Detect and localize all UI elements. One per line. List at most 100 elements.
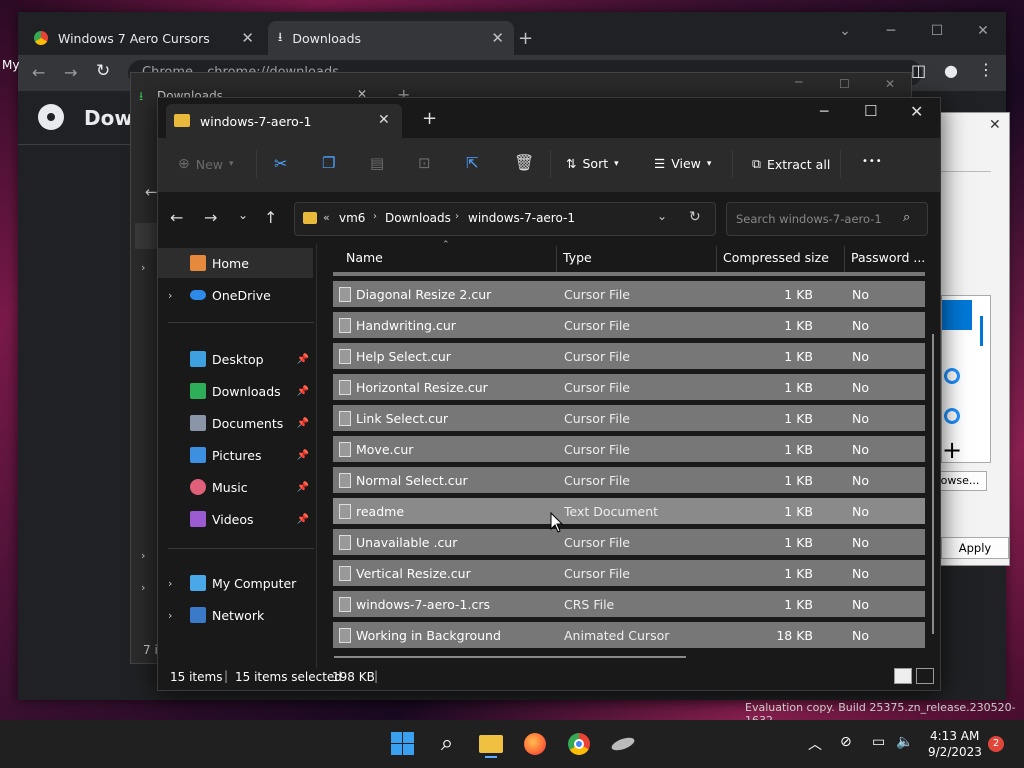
back-icon[interactable]: ← [145,183,158,201]
chrome-icon[interactable] [565,730,593,758]
column-header-name[interactable]: Name [346,250,383,265]
pin-icon[interactable]: 📌 [297,482,309,493]
forward-icon[interactable]: → [64,63,77,82]
horizontal-scrollbar[interactable] [334,656,686,658]
table-row[interactable]: Move.cur Cursor File 1 KB No [333,436,925,462]
sidebar-item-onedrive[interactable]: › OneDrive [158,280,313,310]
close-tab-icon[interactable]: ✕ [491,29,504,47]
pin-icon[interactable]: 📌 [297,386,309,397]
breadcrumb-downloads[interactable]: Downloads [385,211,451,225]
table-row[interactable]: Vertical Resize.cur Cursor File 1 KB No [333,560,925,586]
paste-icon[interactable]: ▤ [370,154,384,172]
sidebar-item-pictures[interactable]: Pictures 📌 [158,440,313,470]
pin-icon[interactable]: 📌 [297,418,309,429]
tab-windows7-cursors[interactable]: Windows 7 Aero Cursors ✕ [34,21,264,55]
start-icon[interactable] [389,730,417,758]
address-dropdown-icon[interactable]: ⌄ [657,209,667,223]
menu-icon[interactable]: ⋮ [978,60,994,79]
search-box[interactable]: Search windows-7-aero-1 ⌕ [726,202,928,236]
sort-button[interactable]: ⇅ Sort ▾ [566,156,619,171]
rename-icon[interactable]: ⊡ [418,154,431,172]
close-icon[interactable]: ✕ [910,102,923,121]
maximize-icon[interactable]: ☐ [864,102,877,120]
maximize-icon[interactable]: ☐ [914,16,960,46]
address-bar[interactable]: « vm6 › Downloads › windows-7-aero-1 ⌄ ↻ [294,202,716,236]
details-view-icon[interactable] [894,668,912,684]
table-row[interactable]: readme Text Document 1 KB No [333,498,925,524]
column-header-type[interactable]: Type [563,250,592,265]
new-button[interactable]: ⊕ New ▾ [178,156,234,172]
pin-icon[interactable]: 📌 [297,354,309,365]
file-explorer-icon[interactable] [477,730,505,758]
back-icon[interactable]: ← [32,63,45,82]
more-options-button[interactable]: ••• [862,156,883,167]
search-icon[interactable]: ⌕ [433,730,461,758]
sidebar-item-desktop[interactable]: Desktop 📌 [158,344,313,374]
chevron-right-icon[interactable]: › [168,289,172,302]
extract-all-button[interactable]: ⧉ Extract all [752,156,830,172]
table-row[interactable]: Normal Select.cur Cursor File 1 KB No [333,467,925,493]
sidebar-item-network[interactable]: › Network [158,600,313,630]
reload-icon[interactable]: ↻ [96,61,110,81]
tab-downloads[interactable]: ⭳ Downloads ✕ [268,21,514,55]
clock-time[interactable]: 4:13 AM [930,729,979,743]
delete-icon[interactable]: 🗑 [514,153,534,172]
expand-icon[interactable]: › [141,549,145,562]
apply-button[interactable]: Apply [941,537,1009,559]
table-row[interactable]: Unavailable .cur Cursor File 1 KB No [333,529,925,555]
close-tab-icon[interactable]: ✕ [241,29,254,47]
maximize-icon[interactable]: ☐ [839,77,850,91]
table-row[interactable]: Diagonal Resize 2.cur Cursor File 1 KB No [333,281,925,307]
firefox-icon[interactable] [521,730,549,758]
sidepanel-icon[interactable]: ◫ [911,61,926,80]
recent-locations-icon[interactable]: ⌄ [238,208,248,222]
tab-search-icon[interactable]: ⌄ [822,16,868,46]
table-row[interactable]: Working in Background Animated Cursor 18 K… [333,622,925,648]
copy-icon[interactable]: ❐ [322,154,335,172]
vertical-scrollbar[interactable] [932,334,934,634]
overflow-chevron-icon[interactable]: « [323,211,330,224]
cursor-list[interactable]: + [941,295,991,463]
volume-icon[interactable]: 🔈 [896,734,913,750]
tray-chevron-icon[interactable]: ︿ [808,734,822,754]
column-header-compressed-size[interactable]: Compressed size [723,250,829,265]
column-header-password[interactable]: Password ... [851,250,925,265]
sidebar-item-music[interactable]: Music 📌 [158,472,313,502]
expand-icon[interactable]: › [141,581,145,594]
pin-icon[interactable]: 📌 [297,450,309,461]
explorer-tab[interactable]: windows-7-aero-1 ✕ [166,104,402,140]
minimize-icon[interactable]: ─ [820,104,828,120]
breadcrumb-vm6[interactable]: vm6 [339,211,365,225]
mouse-app-icon[interactable] [609,730,637,758]
table-row[interactable]: windows-7-aero-1.crs CRS File 1 KB No [333,591,925,617]
browse-button[interactable]: owse... [933,471,987,491]
view-button[interactable]: ☰ View ▾ [654,156,711,171]
sidebar-item-downloads[interactable]: Downloads 📌 [158,376,313,406]
back-icon[interactable]: ← [170,208,183,227]
sidebar-item-my-computer[interactable]: › My Computer [158,568,313,598]
up-icon[interactable]: ↑ [264,208,277,227]
table-row[interactable]: Help Select.cur Cursor File 1 KB No [333,343,925,369]
table-row[interactable]: Link Select.cur Cursor File 1 KB No [333,405,925,431]
clock-date[interactable]: 9/2/2023 [928,745,982,759]
sidebar-item-videos[interactable]: Videos 📌 [158,504,313,534]
share-icon[interactable]: ⇱ [466,154,479,172]
table-row[interactable]: Horizontal Resize.cur Cursor File 1 KB No [333,374,925,400]
new-tab-icon[interactable]: + [422,108,437,129]
table-row[interactable]: Handwriting.cur Cursor File 1 KB No [333,312,925,338]
sidebar-item-documents[interactable]: Documents 📌 [158,408,313,438]
display-icon[interactable]: ▭ [872,734,885,750]
breadcrumb-current[interactable]: windows-7-aero-1 [468,211,575,225]
close-tab-icon[interactable]: ✕ [378,112,390,128]
new-tab-icon[interactable]: + [518,21,533,55]
forward-icon[interactable]: → [204,208,217,227]
cut-icon[interactable]: ✂ [274,154,287,173]
tiles-view-icon[interactable] [916,668,934,684]
network-status-icon[interactable]: ⊘ [840,734,852,750]
pin-icon[interactable]: 📌 [297,514,309,525]
notification-badge[interactable]: 2 [988,736,1004,752]
sidebar-item-home[interactable]: Home [158,248,313,278]
chevron-right-icon[interactable]: › [168,609,172,622]
minimize-icon[interactable]: ─ [795,75,802,89]
profile-icon[interactable]: ● [944,61,958,80]
